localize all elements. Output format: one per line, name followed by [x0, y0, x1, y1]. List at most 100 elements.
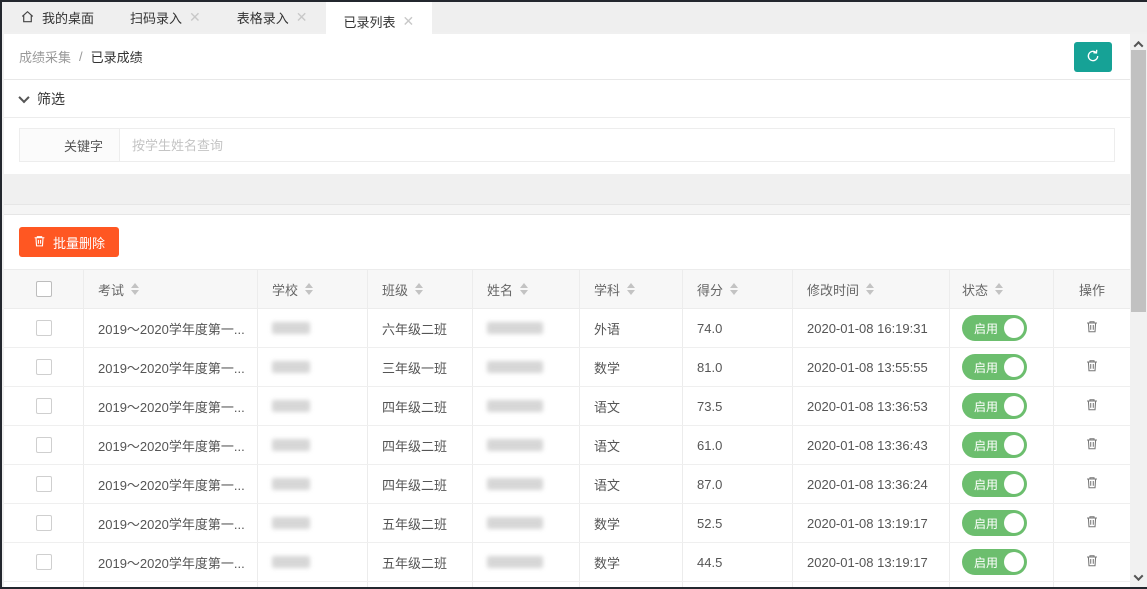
header-actions: 操作 — [1079, 280, 1105, 299]
cell-score: 87.0 — [697, 477, 722, 492]
toggle-knob-icon — [1004, 552, 1024, 572]
status-toggle-label: 启用 — [974, 515, 998, 532]
row-checkbox[interactable] — [36, 554, 52, 570]
cell-class: 四年级二班 — [382, 475, 447, 494]
delete-row-button[interactable] — [1083, 395, 1101, 417]
keyword-label: 关键字 — [20, 129, 120, 161]
table-row: 2019～2020学年度第一... 五年级二班 数学 52.5 2020-01-… — [4, 504, 1130, 543]
trash-icon — [1085, 397, 1099, 415]
status-toggle[interactable]: 启用 — [962, 393, 1027, 419]
cell-name-redacted — [487, 400, 543, 412]
cell-class: 四年级二班 — [382, 397, 447, 416]
status-toggle[interactable]: 启用 — [962, 432, 1027, 458]
status-toggle-label: 启用 — [974, 398, 998, 415]
status-toggle[interactable]: 启用 — [962, 510, 1027, 536]
toggle-knob-icon — [1004, 435, 1024, 455]
cell-score: 73.5 — [697, 399, 722, 414]
cell-class: 五年级二班 — [382, 553, 447, 572]
sort-carets-icon[interactable] — [995, 283, 1003, 295]
sort-carets-icon[interactable] — [520, 283, 528, 295]
header-class: 班级 — [382, 280, 408, 299]
cell-name-redacted — [487, 556, 543, 568]
cell-school-redacted — [272, 478, 310, 490]
delete-row-button[interactable] — [1083, 551, 1101, 573]
sort-carets-icon[interactable] — [866, 283, 874, 295]
breadcrumb-parent: 成绩采集 — [19, 47, 71, 66]
status-toggle-label: 启用 — [974, 320, 998, 337]
header-modified: 修改时间 — [807, 280, 859, 299]
status-toggle[interactable]: 启用 — [962, 354, 1027, 380]
tab-scan-entry[interactable]: 扫码录入 ✕ — [112, 2, 219, 32]
filter-header[interactable]: 筛选 — [4, 80, 1130, 118]
table-row: 2019～2020学年度第一... 六年级二班 外语 74.0 2020-01-… — [4, 309, 1130, 348]
tab-my-desktop[interactable]: 我的桌面 — [2, 2, 112, 32]
cell-score: 44.5 — [697, 555, 722, 570]
filter-body: 关键字 — [4, 118, 1130, 174]
row-checkbox[interactable] — [36, 398, 52, 414]
cell-subject: 语文 — [594, 436, 620, 455]
trash-icon — [1085, 475, 1099, 493]
cell-school-redacted — [272, 556, 310, 568]
collapsed-strip — [4, 204, 1130, 215]
close-icon[interactable]: ✕ — [403, 14, 415, 28]
row-checkbox[interactable] — [36, 359, 52, 375]
sort-carets-icon[interactable] — [415, 283, 423, 295]
cell-exam: 2019～2020学年度第一... — [98, 397, 245, 416]
scroll-down-icon[interactable] — [1130, 569, 1147, 585]
delete-row-button[interactable] — [1083, 512, 1101, 534]
row-checkbox[interactable] — [36, 437, 52, 453]
status-toggle[interactable]: 启用 — [962, 471, 1027, 497]
trash-icon — [1085, 553, 1099, 571]
toggle-knob-icon — [1004, 357, 1024, 377]
content-area: 成绩采集 / 已录成绩 筛选 关键字 — [4, 34, 1130, 587]
delete-row-button[interactable] — [1083, 356, 1101, 378]
delete-row-button[interactable] — [1083, 317, 1101, 339]
close-icon[interactable]: ✕ — [296, 10, 308, 24]
delete-row-button[interactable] — [1083, 473, 1101, 495]
keyword-input[interactable] — [120, 129, 1114, 161]
cell-school-redacted — [272, 517, 310, 529]
tab-label: 我的桌面 — [42, 8, 94, 27]
scrollbar-thumb[interactable] — [1131, 50, 1146, 312]
tab-label: 表格录入 — [237, 8, 289, 27]
header-subject: 学科 — [594, 280, 620, 299]
breadcrumb-current: 已录成绩 — [91, 47, 143, 66]
cell-score: 81.0 — [697, 360, 722, 375]
header-score: 得分 — [697, 280, 723, 299]
toggle-knob-icon — [1004, 396, 1024, 416]
row-checkbox[interactable] — [36, 515, 52, 531]
home-icon — [20, 10, 35, 24]
tab-bar: 我的桌面 扫码录入 ✕ 表格录入 ✕ 已录列表 ✕ — [2, 2, 1147, 32]
batch-delete-button[interactable]: 批量删除 — [19, 227, 119, 257]
toggle-knob-icon — [1004, 513, 1024, 533]
select-all-checkbox[interactable] — [36, 281, 52, 297]
results-panel: 批量删除 考试 学校 班级 姓名 学科 得分 修改时间 状态 操作 20 — [4, 215, 1130, 587]
tab-form-entry[interactable]: 表格录入 ✕ — [219, 2, 326, 32]
app-window: 我的桌面 扫码录入 ✕ 表格录入 ✕ 已录列表 ✕ 成绩采集 / 已录成绩 — [0, 0, 1147, 589]
cell-school-redacted — [272, 322, 310, 334]
sort-carets-icon[interactable] — [305, 283, 313, 295]
status-toggle[interactable]: 启用 — [962, 315, 1027, 341]
cell-modified: 2020-01-08 16:19:31 — [807, 321, 928, 336]
table-row: 2019～2020学年度第一... 三年级一班 数学 81.0 2020-01-… — [4, 348, 1130, 387]
row-checkbox[interactable] — [36, 320, 52, 336]
status-toggle[interactable]: 启用 — [962, 549, 1027, 575]
status-toggle-label: 启用 — [974, 359, 998, 376]
header-exam: 考试 — [98, 280, 124, 299]
trash-icon — [1085, 358, 1099, 376]
close-icon[interactable]: ✕ — [189, 10, 201, 24]
row-checkbox[interactable] — [36, 476, 52, 492]
cell-exam: 2019～2020学年度第一... — [98, 553, 245, 572]
table-body: 2019～2020学年度第一... 六年级二班 外语 74.0 2020-01-… — [4, 309, 1130, 587]
toggle-knob-icon — [1004, 474, 1024, 494]
delete-row-button[interactable] — [1083, 434, 1101, 456]
table-row: 2019～2020学年度第一... 五年级二班 数学 51.0 2020-01-… — [4, 582, 1130, 587]
refresh-button[interactable] — [1074, 42, 1112, 72]
sort-carets-icon[interactable] — [131, 283, 139, 295]
sort-carets-icon[interactable] — [627, 283, 635, 295]
scores-table: 考试 学校 班级 姓名 学科 得分 修改时间 状态 操作 2019～2020学年… — [4, 269, 1130, 587]
batch-delete-label: 批量删除 — [53, 233, 105, 252]
vertical-scrollbar[interactable] — [1130, 34, 1147, 587]
toggle-knob-icon — [1004, 318, 1024, 338]
sort-carets-icon[interactable] — [730, 283, 738, 295]
